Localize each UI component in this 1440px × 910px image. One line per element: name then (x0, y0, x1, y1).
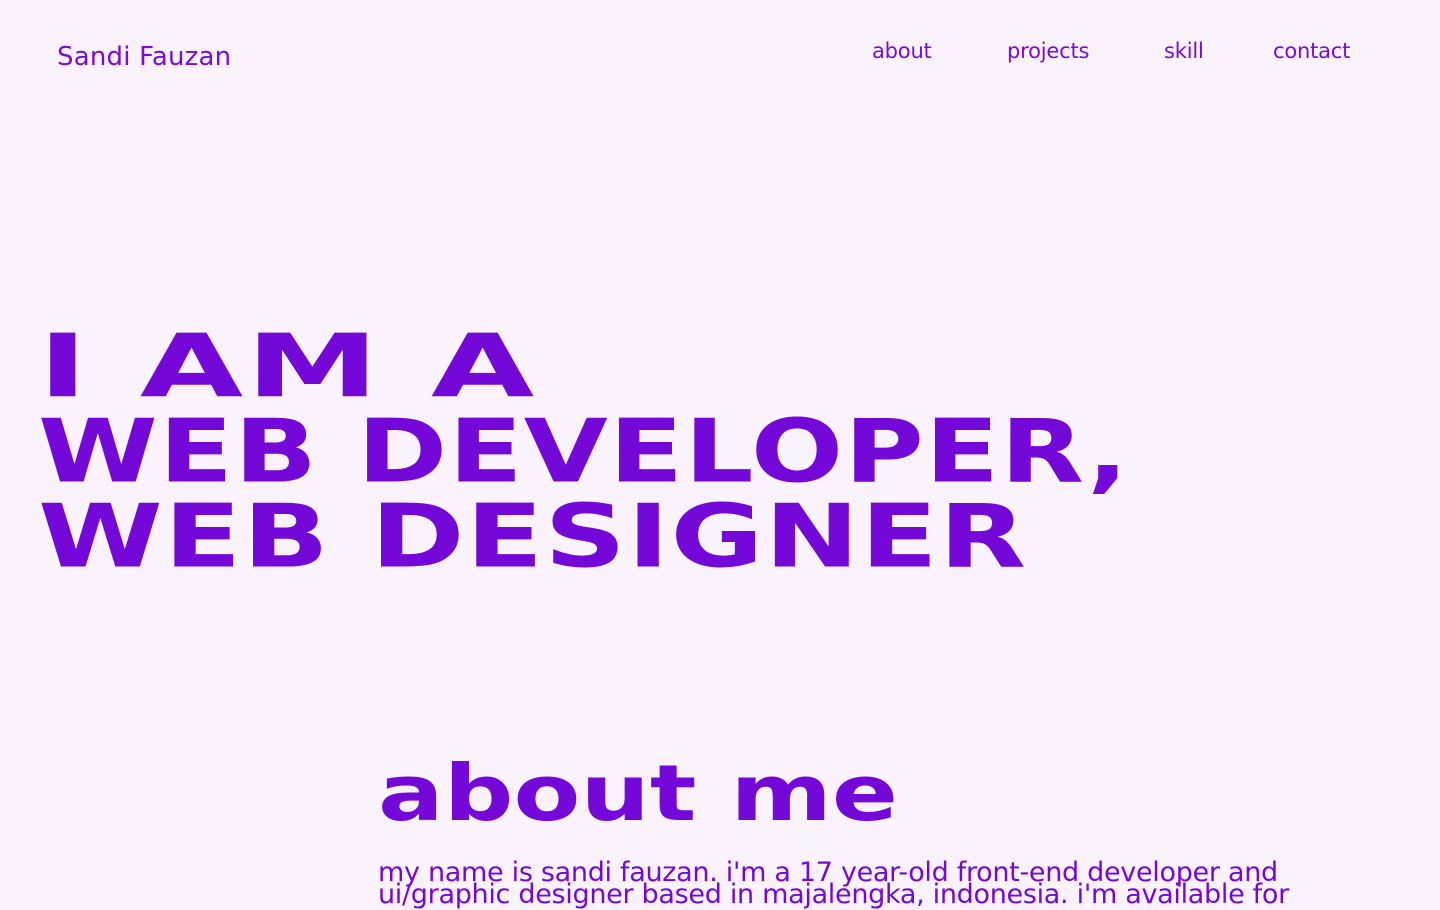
main-nav: about projects skill contact (872, 36, 1362, 68)
hero-line-1: I AM A (38, 315, 538, 418)
nav-link-contact[interactable]: contact (1273, 36, 1350, 66)
site-logo-link[interactable]: Sandi Fauzan (57, 40, 231, 74)
nav-link-skill[interactable]: skill (1164, 36, 1204, 66)
about-paragraph: my name is sandi fauzan. i'm a 17 year-o… (378, 857, 1289, 910)
hero-line-2: WEB DEVELOPER, (38, 400, 1130, 503)
about-section-title: about me (378, 748, 898, 839)
hero-line-3: WEB DESIGNER (38, 485, 1028, 588)
nav-link-projects[interactable]: projects (1007, 36, 1089, 66)
hero-headline: I AM A WEB DEVELOPER, WEB DESIGNER (38, 323, 1128, 581)
nav-link-about[interactable]: about (872, 36, 932, 66)
